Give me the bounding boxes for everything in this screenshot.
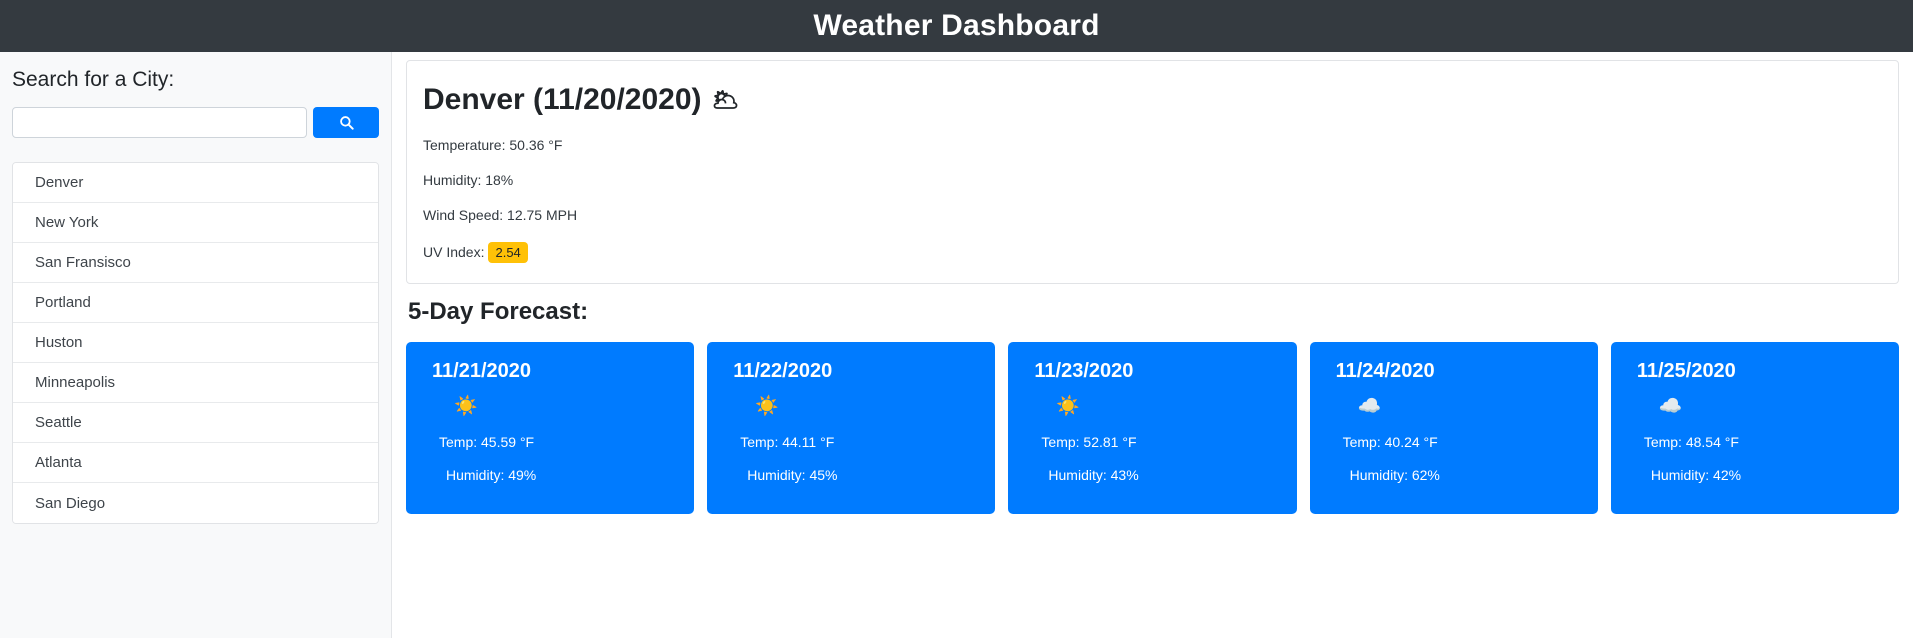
current-weather-heading: Denver (11/20/2020) 🌥	[423, 83, 1898, 117]
forecast-card: 11/22/2020 ☀️ Temp: 44.11 °F Humidity: 4…	[707, 342, 996, 514]
current-city-date: Denver (11/20/2020)	[423, 83, 702, 116]
city-list-item[interactable]: Denver	[13, 163, 378, 203]
city-list-item[interactable]: San Diego	[13, 483, 378, 523]
forecast-humidity: Humidity: 45%	[747, 467, 838, 483]
forecast-humidity: Humidity: 43%	[1048, 467, 1139, 483]
forecast-row: 11/21/2020 ☀️ Temp: 45.59 °F Humidity: 4…	[406, 342, 1900, 514]
uv-index-stat: UV Index: 2.54	[423, 242, 1898, 263]
app-header: Weather Dashboard	[0, 0, 1913, 52]
cloud-sun-icon: 🌥	[711, 87, 740, 112]
city-list-item[interactable]: Seattle	[13, 403, 378, 443]
search-input[interactable]	[12, 107, 307, 138]
forecast-temp: Temp: 44.11 °F	[740, 434, 835, 450]
forecast-date: 11/25/2020	[1636, 360, 1736, 382]
city-list-item[interactable]: Huston	[13, 323, 378, 363]
search-icon	[339, 115, 354, 130]
forecast-title: 5-Day Forecast:	[408, 298, 589, 325]
city-list: Denver New York San Fransisco Portland H…	[12, 162, 379, 524]
search-label: Search for a City:	[12, 68, 175, 91]
forecast-card: 11/23/2020 ☀️ Temp: 52.81 °F Humidity: 4…	[1008, 342, 1297, 514]
humidity-stat: Humidity: 18%	[423, 172, 514, 188]
cloud-icon: ☁️	[1357, 396, 1382, 417]
forecast-temp: Temp: 52.81 °F	[1041, 434, 1137, 450]
main-layout: Search for a City: Denver New York San F…	[0, 52, 1913, 638]
page-title: Weather Dashboard	[813, 9, 1100, 42]
search-row	[12, 107, 379, 138]
city-list-item[interactable]: Minneapolis	[13, 363, 378, 403]
uv-index-label: UV Index:	[423, 244, 485, 260]
weather-main: Denver (11/20/2020) 🌥 Temperature: 50.36…	[392, 52, 1913, 638]
forecast-temp: Temp: 48.54 °F	[1643, 434, 1739, 450]
forecast-date: 11/24/2020	[1335, 360, 1435, 382]
forecast-humidity: Humidity: 62%	[1349, 467, 1440, 483]
forecast-humidity: Humidity: 42%	[1650, 467, 1742, 483]
sun-icon: ☀️	[454, 396, 478, 417]
cloud-icon: ☁️	[1658, 396, 1683, 417]
forecast-card: 11/21/2020 ☀️ Temp: 45.59 °F Humidity: 4…	[406, 342, 695, 514]
sun-icon: ☀️	[755, 396, 779, 417]
city-list-item[interactable]: New York	[13, 203, 378, 243]
forecast-date: 11/22/2020	[733, 360, 833, 382]
forecast-date: 11/21/2020	[432, 360, 531, 382]
search-button[interactable]	[313, 107, 379, 138]
forecast-date: 11/23/2020	[1034, 360, 1134, 382]
current-weather-card: Denver (11/20/2020) 🌥 Temperature: 50.36…	[406, 60, 1899, 284]
forecast-temp: Temp: 40.24 °F	[1342, 434, 1438, 450]
forecast-card: 11/25/2020 ☁️ Temp: 48.54 °F Humidity: 4…	[1610, 342, 1900, 514]
forecast-temp: Temp: 45.59 °F	[439, 434, 535, 450]
uv-index-badge: 2.54	[488, 242, 528, 263]
forecast-humidity: Humidity: 49%	[446, 467, 537, 483]
search-sidebar: Search for a City: Denver New York San F…	[0, 52, 392, 638]
city-list-item[interactable]: Atlanta	[13, 443, 378, 483]
temperature-stat: Temperature: 50.36 °F	[423, 137, 563, 153]
city-list-item[interactable]: San Fransisco	[13, 243, 378, 283]
wind-speed-stat: Wind Speed: 12.75 MPH	[423, 207, 578, 223]
city-list-item[interactable]: Portland	[13, 283, 378, 323]
sun-icon: ☀️	[1056, 396, 1081, 417]
forecast-card: 11/24/2020 ☁️ Temp: 40.24 °F Humidity: 6…	[1309, 342, 1598, 514]
